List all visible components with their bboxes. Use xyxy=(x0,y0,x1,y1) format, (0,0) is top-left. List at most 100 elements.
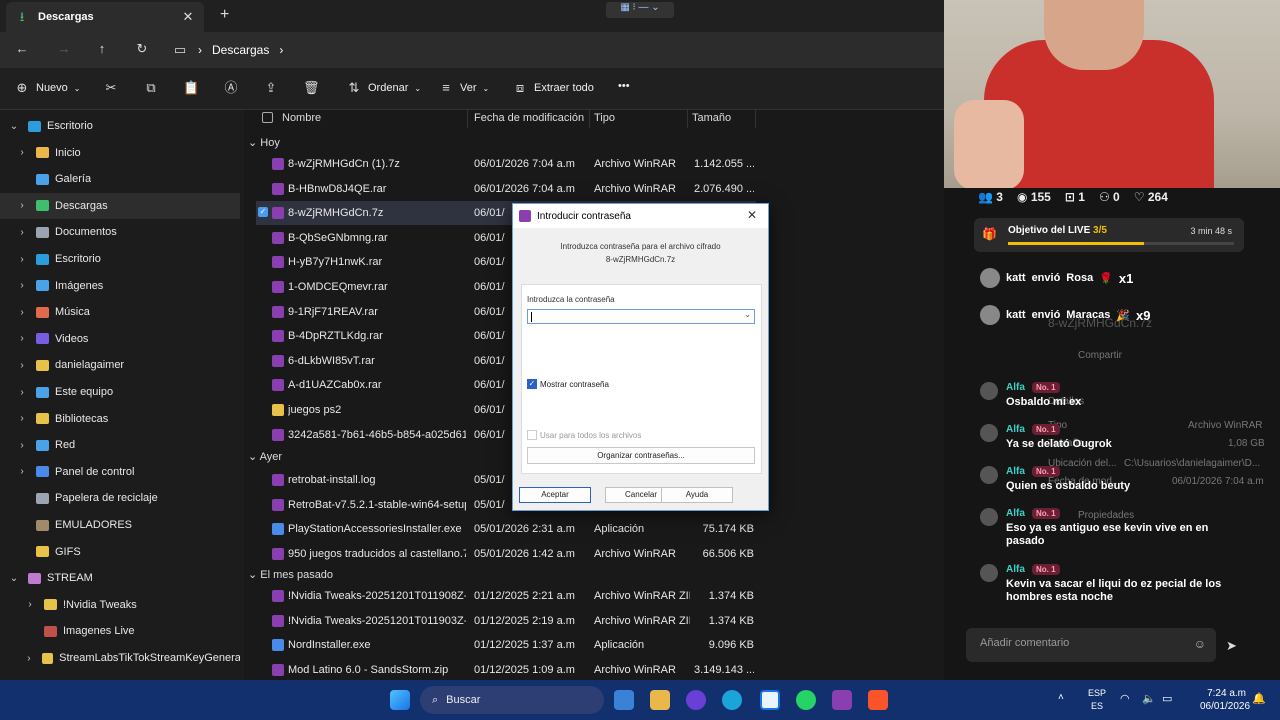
breadcrumb-item[interactable]: Descargas xyxy=(212,43,269,57)
column-size[interactable]: Tamaño xyxy=(688,110,756,128)
file-row[interactable]: 950 juegos traducidos al castellano.7z 05… xyxy=(256,542,756,566)
sidebar-item[interactable]: › Documentos xyxy=(0,219,240,245)
chevron-right-icon[interactable]: › xyxy=(14,280,30,291)
chevron-right-icon[interactable]: › xyxy=(14,200,30,211)
sidebar-item[interactable]: › Escritorio xyxy=(0,246,240,272)
column-name[interactable]: Nombre xyxy=(278,110,468,128)
live-goal[interactable]: 🎁 Objetivo del LIVE 3/5 3 min 48 s xyxy=(974,218,1244,252)
chevron-up-icon[interactable]: ˄ xyxy=(1058,692,1064,703)
share-icon[interactable]: ⇪ xyxy=(263,80,279,96)
show-password-checkbox[interactable]: ✓ Mostrar contraseña xyxy=(527,379,609,389)
sidebar-item[interactable]: › Red xyxy=(0,432,240,458)
new-button[interactable]: ⊕ Nuevo ⌄ xyxy=(14,80,81,96)
delete-icon[interactable]: 🗑 xyxy=(303,80,320,96)
file-row[interactable]: B-HBnwD8J4QE.rar 06/01/2026 7:04 a.m Archi… xyxy=(256,177,756,201)
comment-input[interactable]: Añadir comentario ☺ xyxy=(966,628,1216,662)
column-date[interactable]: Fecha de modificación xyxy=(470,110,590,128)
chevron-right-icon[interactable]: › xyxy=(14,147,30,158)
file-explorer-icon[interactable] xyxy=(650,690,670,710)
chevron-right-icon[interactable]: › xyxy=(14,360,30,371)
sidebar-item[interactable]: › danielagaimer xyxy=(0,352,240,378)
new-tab-button[interactable]: + xyxy=(220,6,229,24)
copy-icon[interactable]: ⧉ xyxy=(143,80,159,96)
rename-icon[interactable]: Ⓐ xyxy=(223,80,239,96)
emoji-icon[interactable]: ☺ xyxy=(1194,637,1206,651)
streaming-app-icon[interactable] xyxy=(686,690,706,710)
forward-icon[interactable]: → xyxy=(56,41,72,57)
chevron-down-icon[interactable]: ⌄ xyxy=(248,137,260,149)
group-header[interactable]: ⌄ Ayer xyxy=(248,450,282,463)
back-icon[interactable]: ← xyxy=(14,41,30,57)
sidebar-item[interactable]: › Imágenes xyxy=(0,273,240,299)
use-for-all-checkbox[interactable]: Usar para todos los archivos xyxy=(527,430,641,440)
chevron-right-icon[interactable]: › xyxy=(14,440,30,451)
group-header[interactable]: ⌄ Hoy xyxy=(248,136,280,149)
help-button[interactable]: Ayuda xyxy=(661,487,733,503)
chevron-right-icon[interactable]: › xyxy=(14,387,30,398)
sidebar-item[interactable]: › Inicio xyxy=(0,140,240,166)
chevron-down-icon[interactable]: ⌄ xyxy=(744,310,751,319)
chevron-right-icon[interactable]: › xyxy=(14,413,30,424)
volume-icon[interactable]: 🔈 xyxy=(1142,692,1156,705)
clock[interactable]: 7:24 a.m 06/01/2026 xyxy=(1200,687,1250,713)
sidebar-item[interactable]: GIFS xyxy=(0,539,240,565)
tab-descargas[interactable]: ⭳ Descargas ✕ xyxy=(6,2,204,32)
start-icon[interactable] xyxy=(390,690,410,710)
sort-button[interactable]: ⇅ Ordenar ⌄ xyxy=(346,80,422,96)
chevron-right-icon[interactable]: › xyxy=(14,254,30,265)
refresh-icon[interactable]: ↻ xyxy=(134,41,150,57)
wifi-icon[interactable]: ◠ xyxy=(1120,692,1130,705)
file-row[interactable]: 8-wZjRMHGdCn (1).7z 06/01/2026 7:04 a.m Ar… xyxy=(256,152,756,176)
edge-icon[interactable] xyxy=(722,690,742,710)
sidebar-item[interactable]: EMULADORES xyxy=(0,512,240,538)
sidebar-item[interactable]: › Descargas xyxy=(0,192,240,219)
chevron-right-icon[interactable]: › xyxy=(14,333,30,344)
chevron-right-icon[interactable]: › xyxy=(14,227,30,238)
more-options-icon[interactable]: ••• xyxy=(618,80,630,92)
sidebar-item[interactable]: › !Nvidia Tweaks xyxy=(0,592,240,618)
chevron-down-icon[interactable]: ⌄ xyxy=(6,121,22,132)
close-icon[interactable]: ✕ xyxy=(180,9,196,25)
brave-icon[interactable] xyxy=(868,690,888,710)
battery-icon[interactable]: ▭ xyxy=(1162,692,1172,705)
store-icon[interactable] xyxy=(760,690,780,710)
sidebar-item[interactable]: › Panel de control xyxy=(0,459,240,485)
sidebar-item[interactable]: › StreamLabsTikTokStreamKeyGeneratorRe xyxy=(0,645,240,671)
notification-bell-icon[interactable]: 🔔 xyxy=(1252,692,1266,705)
file-row[interactable]: PlayStationAccessoriesInstaller.exe 05/01… xyxy=(256,517,756,541)
dialog-close-icon[interactable]: ✕ xyxy=(747,208,757,222)
chevron-right-icon[interactable]: › xyxy=(14,307,30,318)
up-icon[interactable]: ↑ xyxy=(94,41,110,57)
view-button[interactable]: ≡ Ver ⌄ xyxy=(438,80,489,96)
language-indicator[interactable]: ESP ES xyxy=(1088,687,1106,713)
sidebar-item[interactable]: › Bibliotecas xyxy=(0,406,240,432)
extract-all-button[interactable]: ⧈ Extraer todo xyxy=(512,80,594,96)
taskbar-search[interactable]: ⌕ Buscar xyxy=(420,686,604,714)
breadcrumb[interactable]: ▭ › Descargas › xyxy=(172,38,284,62)
winrar-taskbar-icon[interactable] xyxy=(832,690,852,710)
checkmark-icon[interactable]: ✓ xyxy=(258,207,268,218)
chevron-down-icon[interactable]: ⌄ xyxy=(248,451,260,463)
sidebar-item[interactable]: › Videos xyxy=(0,326,240,352)
sidebar-item[interactable]: ⌄ STREAM xyxy=(0,565,240,591)
select-all-checkbox[interactable] xyxy=(262,112,273,123)
sidebar-item[interactable]: Imagenes Live xyxy=(0,618,240,644)
password-field[interactable]: ⌄ xyxy=(527,309,755,324)
sidebar-item[interactable]: › Este equipo xyxy=(0,379,240,405)
chevron-right-icon[interactable]: › xyxy=(14,466,30,477)
ok-button[interactable]: Aceptar xyxy=(519,487,591,503)
send-icon[interactable]: ➤ xyxy=(1226,638,1237,654)
sidebar-item[interactable]: Papelera de reciclaje xyxy=(0,485,240,511)
chevron-down-icon[interactable]: ⌄ xyxy=(6,573,22,584)
chevron-right-icon[interactable]: › xyxy=(22,599,38,610)
sidebar-item[interactable]: › Música xyxy=(0,299,240,325)
chevron-down-icon[interactable]: ⌄ xyxy=(248,569,260,581)
file-row[interactable]: Mod Latino 6.0 - SandsStorm.zip 01/12/202… xyxy=(256,658,756,682)
sidebar-item[interactable]: Galería xyxy=(0,166,240,192)
column-type[interactable]: Tipo xyxy=(590,110,688,128)
whatsapp-icon[interactable] xyxy=(796,690,816,710)
sidebar-item[interactable]: ⌄ Escritorio xyxy=(0,113,240,139)
window-control-pill[interactable]: ▦ ⁝ — ⌄ xyxy=(606,2,674,18)
file-row[interactable]: !Nvidia Tweaks-20251201T011903Z-1-... 01/… xyxy=(256,609,756,633)
task-view-icon[interactable] xyxy=(614,690,634,710)
